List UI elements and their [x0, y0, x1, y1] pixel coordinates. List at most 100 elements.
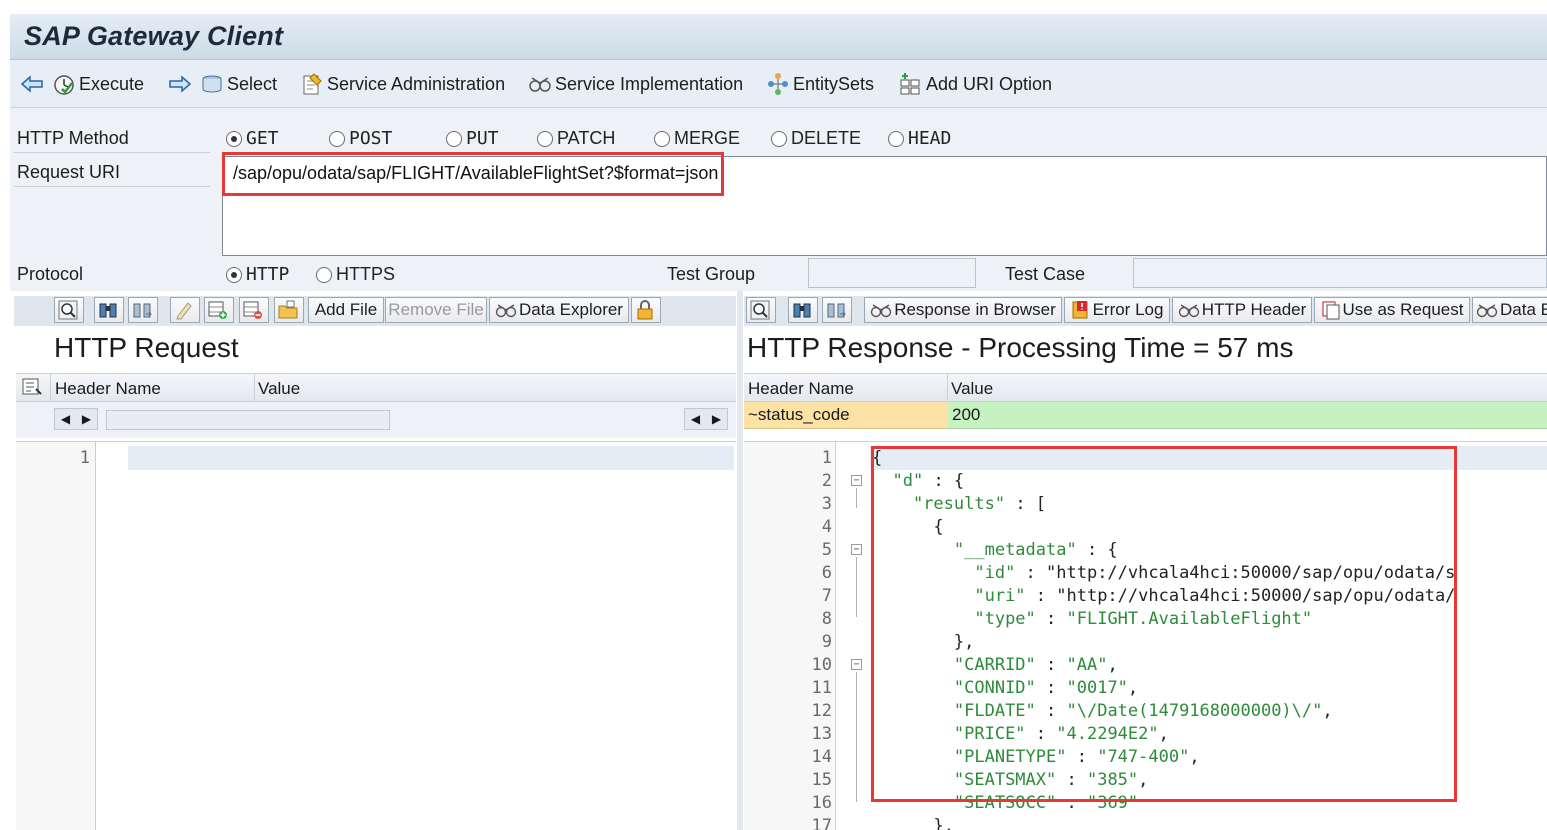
method-radio-merge[interactable]: MERGE	[654, 128, 740, 149]
response-binoculars-button[interactable]	[788, 297, 818, 323]
execute-button[interactable]: Execute	[52, 71, 144, 97]
binoculars-next-icon	[826, 300, 846, 320]
test-group-label: Test Group	[667, 264, 756, 284]
scroll-right-icon: ▶	[711, 412, 722, 426]
response-data-explorer-button[interactable]: Data E	[1472, 297, 1547, 323]
request-open-file-button[interactable]	[274, 297, 304, 323]
forward-button[interactable]	[168, 71, 195, 97]
add-file-label: Add File	[314, 300, 378, 319]
protocol-option-label: HTTP	[246, 264, 290, 285]
method-label: POST	[349, 128, 393, 149]
horizontal-scroll-arrows-left[interactable]: ◀ ▶	[54, 408, 98, 430]
fold-toggle-icon[interactable]: −	[851, 659, 862, 670]
table-settings-icon[interactable]	[22, 377, 42, 402]
response-col-value[interactable]: Value	[951, 379, 993, 399]
fold-guide	[856, 672, 857, 802]
method-label: PUT	[466, 128, 499, 149]
line-number: 6	[821, 563, 832, 583]
method-radio-patch[interactable]: PATCH	[537, 128, 615, 149]
request-find-button[interactable]	[54, 297, 84, 323]
glasses-icon	[528, 72, 552, 96]
horizontal-scrollbar-thumb[interactable]	[106, 410, 390, 430]
back-arrow-icon	[20, 72, 44, 96]
method-radio-put[interactable]: PUT	[446, 128, 499, 149]
find-icon	[750, 300, 770, 320]
database-icon	[200, 72, 224, 96]
response-binoculars-next-button[interactable]	[822, 297, 852, 323]
protocol-radio-http[interactable]: HTTP	[226, 264, 289, 285]
request-col-header-name[interactable]: Header Name	[55, 379, 161, 399]
method-radio-post[interactable]: POST	[329, 128, 392, 149]
line-number: 1	[821, 448, 832, 468]
request-binoculars-next-button[interactable]	[128, 297, 158, 323]
line-number: 15	[811, 770, 832, 790]
test-case-input[interactable]	[1133, 258, 1547, 288]
column-divider	[50, 374, 51, 402]
method-radio-head[interactable]: HEAD	[888, 128, 951, 149]
response-find-button[interactable]	[746, 297, 776, 323]
horizontal-scroll-arrows-right[interactable]: ◀ ▶	[684, 408, 728, 430]
label-underline	[14, 186, 210, 187]
response-col-header-name[interactable]: Header Name	[748, 379, 854, 399]
fold-toggle-icon[interactable]: −	[851, 475, 862, 486]
remove-file-button[interactable]: Remove File	[385, 297, 487, 323]
test-case-label: Test Case	[1005, 264, 1086, 284]
line-number: 8	[821, 609, 832, 629]
radio-icon	[446, 130, 462, 147]
panel-splitter[interactable]	[737, 291, 743, 830]
request-lock-button[interactable]	[631, 297, 661, 323]
line-number: 17	[811, 816, 832, 830]
select-button[interactable]: Select	[200, 71, 277, 97]
response-panel-toolbar: Response in Browser Error Log HTTP Heade…	[744, 296, 1547, 326]
binoculars-next-icon	[132, 300, 152, 320]
request-body-editor[interactable]: 1	[16, 441, 736, 830]
request-edit-button[interactable]	[170, 297, 200, 323]
folder-icon	[278, 300, 298, 320]
data-explorer-label: Data E	[1500, 300, 1547, 319]
status-code-name-cell[interactable]: ~status_code	[744, 402, 948, 429]
data-explorer-label: Data Explorer	[519, 300, 623, 319]
method-radio-get[interactable]: GET	[226, 128, 279, 149]
label-underline	[14, 152, 210, 153]
radio-selected-icon	[226, 130, 242, 147]
service-administration-button[interactable]: Service Administration	[300, 71, 505, 97]
error-log-label: Error Log	[1092, 300, 1164, 319]
entity-sets-button[interactable]: EntitySets	[766, 71, 874, 97]
method-radio-delete[interactable]: DELETE	[771, 128, 861, 149]
use-as-request-button[interactable]: Use as Request	[1314, 297, 1470, 323]
binoculars-icon	[792, 300, 812, 320]
request-remove-header-button[interactable]	[239, 297, 269, 323]
status-code-name: ~status_code	[748, 405, 850, 424]
back-button[interactable]	[20, 71, 47, 97]
method-label: DELETE	[791, 128, 862, 148]
status-code-value-cell[interactable]: 200	[948, 402, 1547, 429]
lock-icon	[635, 300, 655, 320]
test-group-input[interactable]	[808, 258, 976, 288]
service-admin-label: Service Administration	[327, 73, 506, 94]
find-icon	[58, 300, 78, 320]
request-col-value[interactable]: Value	[258, 379, 300, 399]
column-divider	[254, 374, 255, 402]
protocol-radio-https[interactable]: HTTPS	[316, 264, 395, 285]
radio-icon	[654, 130, 670, 147]
request-add-header-button[interactable]	[204, 297, 234, 323]
select-label: Select	[227, 73, 278, 94]
glasses-icon	[1178, 302, 1200, 318]
binoculars-icon	[98, 300, 118, 320]
fold-toggle-icon[interactable]: −	[851, 544, 862, 555]
glasses-icon	[1476, 302, 1498, 318]
line-number: 11	[811, 678, 832, 698]
add-row-icon	[208, 300, 228, 320]
copy-icon	[1321, 300, 1341, 320]
add-uri-option-button[interactable]: Add URI Option	[899, 71, 1052, 97]
service-implementation-button[interactable]: Service Implementation	[528, 71, 743, 97]
http-header-button[interactable]: HTTP Header	[1172, 297, 1312, 323]
request-data-explorer-button[interactable]: Data Explorer	[489, 297, 629, 323]
error-log-button[interactable]: Error Log	[1064, 297, 1170, 323]
remove-file-label: Remove File	[388, 300, 484, 319]
request-binoculars-button[interactable]	[94, 297, 124, 323]
response-in-browser-button[interactable]: Response in Browser	[864, 297, 1062, 323]
http-header-label: HTTP Header	[1201, 300, 1307, 319]
add-file-button[interactable]: Add File	[308, 297, 384, 323]
radio-icon	[771, 130, 787, 147]
